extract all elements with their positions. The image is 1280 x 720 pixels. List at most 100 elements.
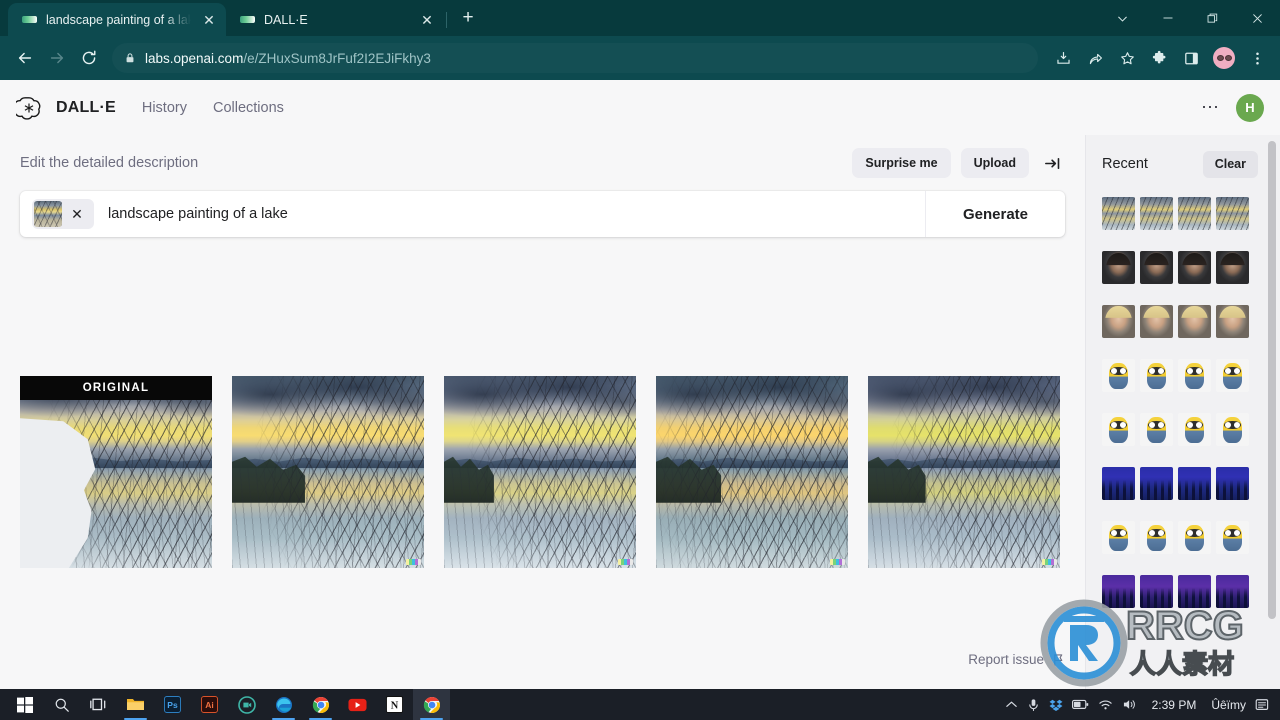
recent-thumb[interactable] (1216, 413, 1249, 446)
dropbox-icon[interactable] (1049, 698, 1063, 712)
wifi-icon[interactable] (1098, 698, 1113, 711)
recent-thumb[interactable] (1178, 305, 1211, 338)
tab-search-chevron-icon[interactable] (1100, 0, 1145, 36)
microphone-icon[interactable] (1027, 698, 1040, 712)
tab-close-icon[interactable]: ✕ (418, 11, 436, 29)
close-window-icon[interactable] (1235, 0, 1280, 36)
nav-collections[interactable]: Collections (213, 100, 284, 116)
recent-thumb[interactable] (1178, 521, 1211, 554)
tab-dalle-landscape[interactable]: landscape painting of a lake | DALL·E ✕ (8, 3, 226, 36)
recent-thumb[interactable] (1178, 197, 1211, 230)
notion-icon[interactable]: N (376, 689, 413, 720)
file-explorer-icon[interactable] (117, 689, 154, 720)
recent-thumb[interactable] (1140, 467, 1173, 500)
result-image (232, 376, 424, 568)
extensions-puzzle-icon[interactable] (1144, 43, 1174, 73)
main-column: Edit the detailed description Surprise m… (0, 135, 1085, 689)
page-scrollbar-thumb[interactable] (1268, 141, 1276, 619)
browser-toolbar: labs.openai.com/e/ZHuxSum8JrFuf2I2EJiFkh… (0, 36, 1280, 80)
surprise-me-button[interactable]: Surprise me (852, 148, 951, 178)
collapse-right-icon[interactable] (1039, 150, 1065, 176)
recent-row (1102, 251, 1280, 284)
recent-thumb[interactable] (1216, 359, 1249, 392)
recent-thumb[interactable] (1140, 413, 1173, 446)
tab-dalle[interactable]: DALL·E ✕ (226, 3, 444, 36)
original-label: ORIGINAL (20, 376, 212, 400)
result-card[interactable] (656, 376, 848, 568)
recent-thumb[interactable] (1216, 251, 1249, 284)
recent-thumb[interactable] (1178, 575, 1211, 608)
recent-thumb[interactable] (1140, 305, 1173, 338)
microsoft-edge-icon[interactable] (265, 689, 302, 720)
search-icon[interactable] (43, 689, 80, 720)
result-card[interactable] (868, 376, 1060, 568)
prompt-input[interactable]: landscape painting of a lake (94, 206, 925, 222)
overflow-menu-icon[interactable]: ⋯ (1201, 97, 1220, 118)
attached-image-chip[interactable]: ✕ (32, 199, 94, 229)
recent-thumb[interactable] (1140, 575, 1173, 608)
recent-thumb[interactable] (1216, 521, 1249, 554)
report-issue-button[interactable]: Report issue (968, 652, 1065, 667)
bookmark-star-icon[interactable] (1112, 43, 1142, 73)
recent-thumb[interactable] (1102, 575, 1135, 608)
forward-arrow-icon[interactable] (42, 43, 72, 73)
result-card[interactable] (232, 376, 424, 568)
restore-icon[interactable] (1190, 0, 1235, 36)
window-controls (1100, 0, 1280, 36)
recent-thumb[interactable] (1178, 251, 1211, 284)
recent-thumb[interactable] (1140, 197, 1173, 230)
address-bar[interactable]: labs.openai.com/e/ZHuxSum8JrFuf2I2EJiFkh… (112, 43, 1038, 73)
recent-thumb[interactable] (1140, 359, 1173, 392)
recent-thumb[interactable] (1102, 521, 1135, 554)
task-view-icon[interactable] (80, 689, 117, 720)
recent-thumb[interactable] (1102, 251, 1135, 284)
prompt-input-bar[interactable]: ✕ landscape painting of a lake Generate (20, 191, 1065, 237)
recent-thumb[interactable] (1178, 359, 1211, 392)
google-chrome-icon[interactable] (302, 689, 339, 720)
clear-recent-button[interactable]: Clear (1202, 150, 1258, 178)
share-icon[interactable] (1080, 43, 1110, 73)
generate-button[interactable]: Generate (925, 191, 1065, 237)
youtube-icon[interactable] (339, 689, 376, 720)
recent-thumb[interactable] (1102, 197, 1135, 230)
tab-close-icon[interactable]: ✕ (200, 11, 218, 29)
new-tab-button[interactable]: + (455, 6, 481, 32)
install-app-icon[interactable] (1048, 43, 1078, 73)
recent-thumb[interactable] (1102, 305, 1135, 338)
illustrator-icon[interactable]: Ai (191, 689, 228, 720)
recent-thumb[interactable] (1140, 521, 1173, 554)
chrome-active-window-icon[interactable] (413, 689, 450, 720)
remove-attachment-icon[interactable]: ✕ (66, 206, 88, 223)
photoshop-icon[interactable]: Ps (154, 689, 191, 720)
recent-thumb[interactable] (1178, 413, 1211, 446)
result-card-original[interactable]: ORIGINAL (20, 376, 212, 568)
profile-avatar[interactable] (1213, 47, 1235, 69)
tab-favicon (240, 16, 255, 23)
result-card[interactable] (444, 376, 636, 568)
chrome-menu-icon[interactable] (1242, 43, 1272, 73)
recent-thumb[interactable] (1102, 359, 1135, 392)
camtasia-icon[interactable] (228, 689, 265, 720)
result-image (656, 376, 848, 568)
clock-time[interactable]: 2:39 PM (1152, 698, 1197, 712)
recent-thumb[interactable] (1102, 467, 1135, 500)
recent-thumb[interactable] (1216, 197, 1249, 230)
side-panel-icon[interactable] (1176, 43, 1206, 73)
battery-icon[interactable] (1071, 699, 1089, 710)
recent-thumb[interactable] (1216, 305, 1249, 338)
show-hidden-chevron-icon[interactable] (1005, 698, 1018, 711)
recent-thumb[interactable] (1216, 575, 1249, 608)
volume-icon[interactable] (1122, 698, 1137, 711)
recent-thumb[interactable] (1178, 467, 1211, 500)
recent-thumb[interactable] (1102, 413, 1135, 446)
minimize-icon[interactable] (1145, 0, 1190, 36)
recent-thumb[interactable] (1216, 467, 1249, 500)
user-avatar[interactable]: H (1236, 93, 1264, 122)
reload-icon[interactable] (74, 43, 104, 73)
nav-history[interactable]: History (142, 100, 187, 116)
recent-thumb[interactable] (1140, 251, 1173, 284)
start-windows-icon[interactable] (6, 689, 43, 720)
upload-button[interactable]: Upload (960, 148, 1029, 178)
action-center-icon[interactable] (1255, 698, 1269, 712)
back-arrow-icon[interactable] (10, 43, 40, 73)
